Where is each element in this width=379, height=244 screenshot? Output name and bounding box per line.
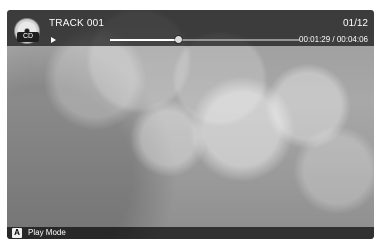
track-counter: 01/12 (342, 18, 368, 29)
top-info-bar: CD TRACK 001 01/12 00:01:29 / 00:04:06 (7, 10, 374, 46)
media-player-screen: CD TRACK 001 01/12 00:01:29 / 00:04:06 A… (0, 0, 379, 244)
playback-scrubber-handle[interactable] (175, 36, 183, 43)
play-mode-label[interactable]: Play Mode (28, 228, 66, 238)
track-title: TRACK 001 (49, 18, 105, 29)
play-icon (51, 37, 56, 43)
disc-type-label: CD (17, 32, 39, 42)
playback-progress-bar[interactable] (110, 36, 300, 43)
a-key-icon: A (12, 228, 22, 238)
playback-time: 00:01:29 / 00:04:06 (299, 35, 368, 44)
bottom-bar: A Play Mode (7, 227, 374, 239)
playback-progress-fill (110, 39, 179, 41)
visualizer-frame: CD TRACK 001 01/12 00:01:29 / 00:04:06 A… (7, 10, 374, 239)
